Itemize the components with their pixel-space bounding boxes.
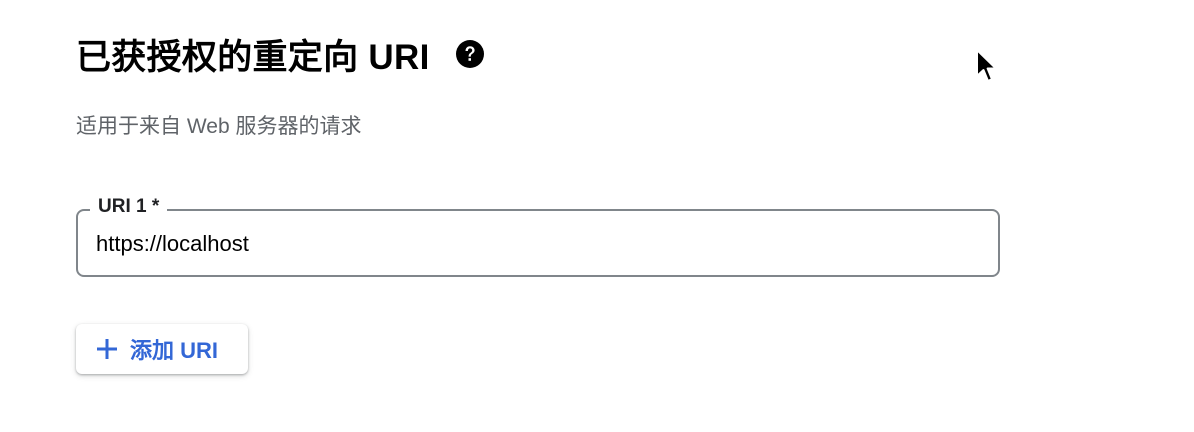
uri-field-label: URI 1 *: [90, 195, 168, 219]
help-circle-icon[interactable]: [455, 40, 484, 68]
section-header: 已获授权的重定向 URI: [76, 28, 484, 80]
section-title: 已获授权的重定向 URI: [76, 37, 430, 77]
uri-input[interactable]: [96, 231, 976, 257]
plus-icon: [97, 339, 117, 359]
uri-field[interactable]: URI 1 *: [76, 195, 1000, 277]
add-uri-button[interactable]: 添加 URI: [76, 324, 248, 374]
mouse-cursor-icon: [976, 49, 997, 82]
add-uri-label: 添加 URI: [130, 338, 219, 363]
redirect-uri-section: 已获授权的重定向 URI 适用于来自 Web 服务器的请求 URI 1 * 添加…: [76, 0, 1006, 432]
section-subtitle: 适用于来自 Web 服务器的请求: [76, 115, 362, 138]
